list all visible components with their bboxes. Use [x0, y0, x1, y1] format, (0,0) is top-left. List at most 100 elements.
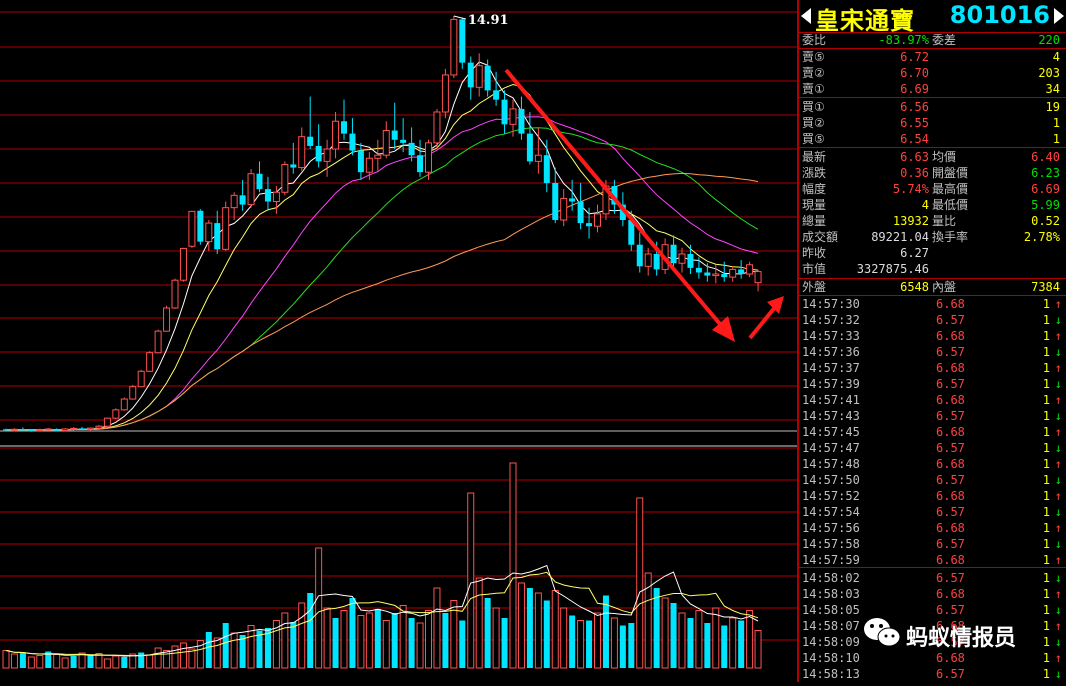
candle-body: [721, 274, 728, 278]
stat-value: 6.63: [900, 150, 929, 164]
candle-body: [400, 139, 407, 143]
weicha-label: 委差: [932, 33, 957, 47]
stat-value: 5.74%: [892, 182, 929, 196]
bid-price: 6.56: [900, 100, 929, 114]
ask-volume: 4: [1052, 50, 1060, 64]
tick-volume: 1: [1042, 505, 1050, 519]
candle-body: [3, 429, 9, 431]
stat-value: 5.99: [1031, 198, 1060, 212]
tick-price: 6.57: [936, 409, 965, 423]
volume-bar: [103, 658, 111, 669]
stock-title-bar: 皇宋通寶 801016: [799, 0, 1066, 35]
candle-body: [382, 130, 390, 156]
tick-row: 14:57:59 6.68 1 ↑: [799, 552, 1066, 568]
stat-label: 均價: [932, 150, 957, 164]
arrow-down-icon: ↓: [1054, 313, 1062, 327]
stat-row: 最新 6.63 均價 6.40: [799, 149, 1066, 165]
tick-row: 14:57:36 6.57 1 ↓: [799, 344, 1066, 360]
tick-time: 14:57:59: [802, 553, 860, 567]
ask-row: 賣⑤ 6.72 4: [799, 49, 1066, 65]
candle-body: [475, 65, 483, 88]
candle-body: [450, 18, 458, 76]
volume-bar: [577, 620, 585, 669]
tick-price: 6.57: [936, 377, 965, 391]
volume-bar: [222, 623, 229, 668]
bid-label: 買②: [802, 116, 825, 130]
stat-value: 6.27: [900, 246, 929, 260]
tick-row: 14:57:50 6.57 1 ↓: [799, 472, 1066, 488]
candle-body: [441, 74, 449, 113]
arrow-down-icon: ↓: [1054, 571, 1062, 585]
stat-row: 成交額 89221.04 換手率 2.78%: [799, 229, 1066, 245]
volume-bar: [712, 607, 720, 669]
candle-body: [179, 247, 187, 281]
candle-body: [459, 19, 466, 63]
candle-body: [349, 133, 356, 151]
outer-value: 6548: [900, 280, 929, 294]
stat-value: 2.78%: [1023, 230, 1060, 244]
volume-bar: [27, 656, 35, 669]
tick-volume: 1: [1042, 393, 1050, 407]
ask-label: 賣②: [802, 66, 825, 80]
volume-bar: [569, 615, 576, 668]
volume-bar: [179, 642, 187, 669]
candle-body: [163, 307, 171, 332]
candle-body: [374, 154, 382, 159]
kline-chart[interactable]: 14.91: [0, 0, 797, 682]
tick-time: 14:57:33: [802, 329, 860, 343]
weibi-label: 委比: [802, 33, 827, 47]
stat-label: 幅度: [802, 182, 827, 196]
tick-row: 14:57:41 6.68 1 ↑: [799, 392, 1066, 408]
stat-label: 最低價: [932, 198, 969, 212]
candle-body: [298, 136, 306, 169]
volume-bar: [484, 598, 491, 668]
tick-price: 6.57: [936, 571, 965, 585]
prev-stock-icon[interactable]: [801, 8, 811, 24]
volume-bar: [374, 609, 381, 668]
tick-volume: 1: [1042, 521, 1050, 535]
candle-body: [205, 222, 213, 243]
next-stock-icon[interactable]: [1054, 8, 1064, 24]
outer-label: 外盤: [802, 280, 827, 294]
candle-body: [636, 244, 643, 267]
bid-row: 買⑤ 6.54 1: [799, 131, 1066, 147]
candle-body: [695, 267, 702, 273]
tick-price: 6.68: [936, 393, 965, 407]
candle-body: [28, 429, 35, 431]
tick-time: 14:57:54: [802, 505, 860, 519]
volume-bar: [2, 650, 10, 669]
volume-bar: [551, 590, 559, 669]
volume-bar: [442, 613, 449, 668]
candle-body: [112, 409, 120, 419]
ask-label: 賣①: [802, 82, 825, 96]
candle-body: [323, 148, 331, 162]
tick-volume: 1: [1042, 441, 1050, 455]
arrow-up-icon: ↑: [1054, 521, 1062, 535]
volume-bar: [475, 577, 483, 669]
volume-bar: [628, 623, 635, 668]
candle-body: [341, 121, 347, 134]
candle-body: [247, 173, 255, 206]
kline-chart-area[interactable]: 14.91: [0, 0, 797, 682]
tick-time: 14:58:10: [802, 651, 860, 665]
candle-body: [79, 428, 86, 430]
candle-body: [332, 120, 340, 150]
stat-value: 0.52: [1031, 214, 1060, 228]
candle-body: [36, 429, 44, 432]
candle-body: [644, 253, 652, 267]
volume-bar: [382, 620, 390, 669]
volume-bar: [425, 610, 432, 669]
candle-body: [171, 279, 179, 309]
volume-bar: [323, 607, 331, 669]
tick-row: 14:58:13 6.57 1 ↓: [799, 666, 1066, 682]
bid-price: 6.55: [900, 116, 929, 130]
volume-bar: [687, 618, 694, 668]
tick-time: 14:58:13: [802, 667, 860, 681]
volume-bar: [729, 617, 737, 669]
volume-bar: [205, 632, 212, 668]
stat-row: 漲跌 0.36 開盤價 6.23: [799, 165, 1066, 181]
tick-row: 14:57:47 6.57 1 ↓: [799, 440, 1066, 456]
tick-volume: 1: [1042, 297, 1050, 311]
tick-time: 14:57:52: [802, 489, 860, 503]
trend-arrow-down: [504, 68, 727, 332]
